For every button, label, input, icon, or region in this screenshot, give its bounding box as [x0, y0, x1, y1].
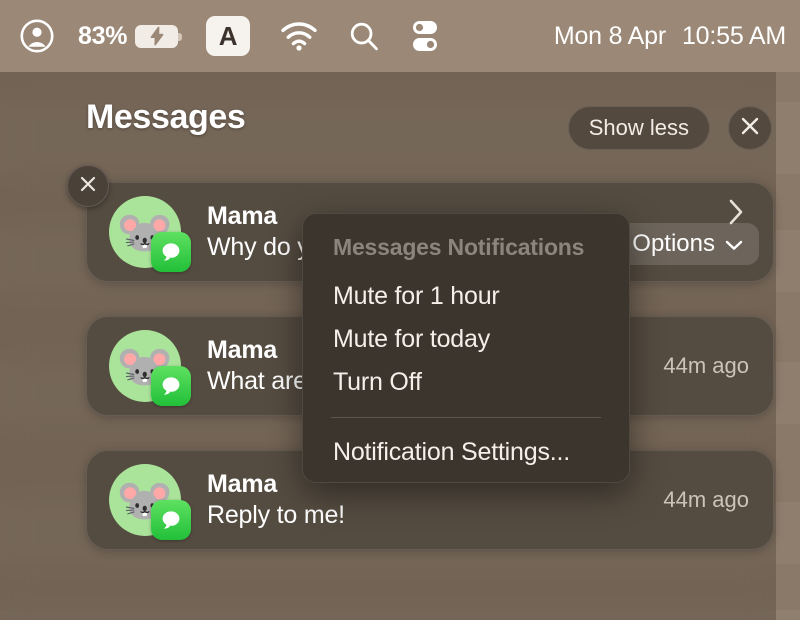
battery-status[interactable]: 83%	[78, 0, 183, 72]
notification-timestamp: 44m ago	[663, 353, 749, 378]
control-center-icon[interactable]	[410, 0, 440, 72]
screen: 83% A Mon 8 Apr 10:55 AM Messages Show l…	[0, 0, 800, 620]
close-icon	[78, 174, 98, 199]
dismiss-notification-button[interactable]	[67, 165, 109, 207]
messages-app-icon	[151, 232, 191, 272]
options-button[interactable]: Options	[616, 223, 759, 265]
avatar: 🐭	[109, 196, 191, 272]
close-group-button[interactable]	[728, 106, 772, 150]
messages-app-icon	[151, 500, 191, 540]
menu-item-turn-off[interactable]: Turn Off	[303, 361, 629, 404]
context-menu-header: Messages Notifications	[333, 234, 585, 260]
notification-timestamp: 44m ago	[663, 487, 749, 512]
menu-item-notification-settings[interactable]: Notification Settings...	[303, 431, 629, 474]
messages-app-icon	[151, 366, 191, 406]
input-source-indicator[interactable]: A	[206, 16, 251, 56]
page-title: Messages	[86, 98, 246, 136]
battery-charging-icon	[135, 24, 183, 48]
account-circle-icon[interactable]	[14, 0, 60, 72]
show-less-button[interactable]: Show less	[567, 106, 710, 150]
search-icon[interactable]	[348, 0, 380, 72]
notification-body: Reply to me!	[207, 501, 345, 529]
context-menu: Messages Notifications Mute for 1 hour M…	[302, 213, 630, 483]
notification-group-header: Messages Show less	[0, 98, 776, 160]
close-icon	[739, 115, 761, 142]
menu-bar-time: 10:55 AM	[681, 21, 786, 50]
battery-percent-label: 83%	[78, 21, 128, 50]
chevron-down-icon	[725, 230, 743, 258]
show-less-label: Show less	[588, 115, 689, 140]
menu-item-mute-1-hour[interactable]: Mute for 1 hour	[303, 275, 629, 318]
menu-bar: 83% A Mon 8 Apr 10:55 AM	[0, 0, 800, 72]
avatar: 🐭	[109, 464, 191, 540]
menu-bar-clock[interactable]: Mon 8 Apr 10:55 AM	[554, 22, 786, 51]
menu-bar-date: Mon 8 Apr	[553, 21, 666, 50]
wifi-icon[interactable]	[280, 0, 318, 72]
avatar: 🐭	[109, 330, 191, 406]
menu-item-mute-today[interactable]: Mute for today	[303, 318, 629, 361]
menu-divider	[331, 417, 601, 418]
options-label: Options	[632, 230, 715, 257]
